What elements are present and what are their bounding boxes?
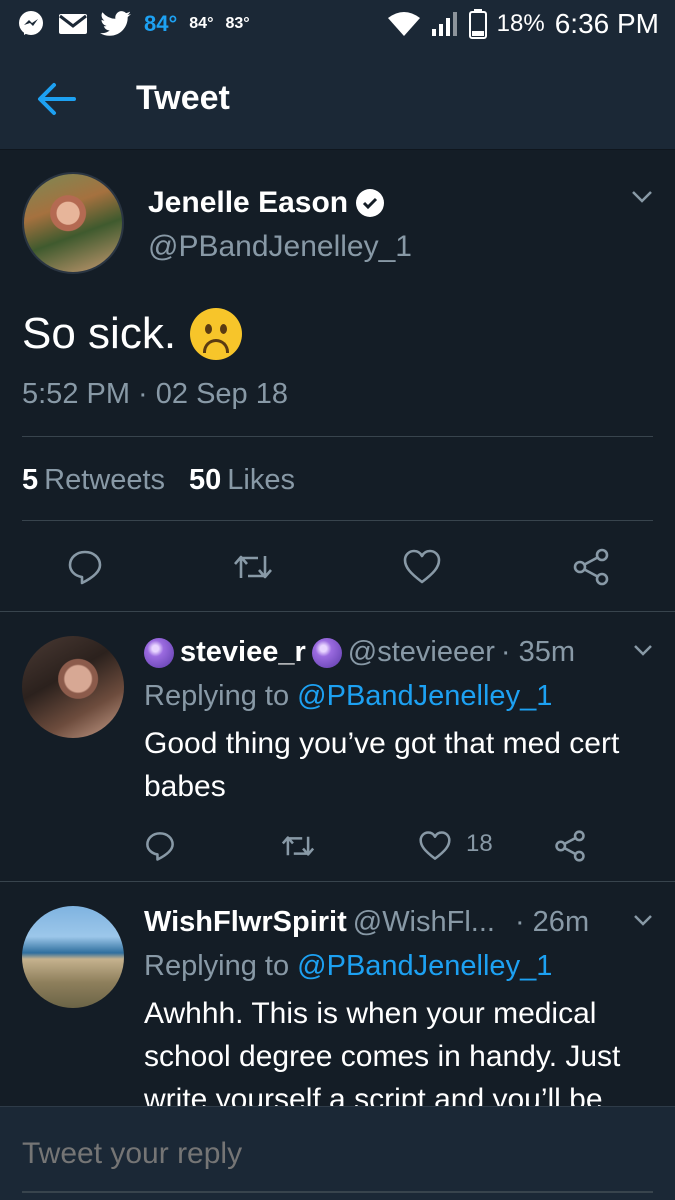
replying-to-link[interactable]: @PBandJenelley_1 xyxy=(297,950,552,982)
reply-menu-button[interactable] xyxy=(633,644,653,662)
author-handle[interactable]: @PBandJenelley_1 xyxy=(148,230,412,264)
share-icon xyxy=(573,548,609,586)
wifi-icon xyxy=(387,11,421,37)
reply-actions: 18 xyxy=(0,822,675,866)
chevron-down-icon xyxy=(634,915,652,926)
focused-tweet: Jenelle Eason @PBandJenelley_1 So sick. … xyxy=(0,150,675,612)
temperature-high: 84° xyxy=(189,15,214,32)
replying-to-prefix: Replying to xyxy=(144,950,290,982)
reply-input[interactable] xyxy=(22,1137,653,1171)
reply-author-handle[interactable]: @stevieeer xyxy=(348,636,495,669)
reply-tweet[interactable]: steviee_r @stevieeer · 35m Replying to @… xyxy=(0,612,675,882)
retweets-count: 5 xyxy=(22,464,39,496)
share-button[interactable] xyxy=(572,548,610,591)
likes-count: 50 xyxy=(189,464,222,496)
retweet-button[interactable] xyxy=(280,830,316,867)
reply-header: steviee_r @stevieeer · 35m xyxy=(144,636,575,669)
top-app-bar: Tweet xyxy=(0,48,675,150)
reply-author-name[interactable]: steviee_r xyxy=(180,636,306,669)
author-avatar[interactable] xyxy=(22,172,124,274)
reply-time: · 35m xyxy=(500,636,576,668)
back-button[interactable] xyxy=(0,48,112,150)
author-name: Jenelle Eason xyxy=(148,186,349,219)
reply-author-handle[interactable]: @WishFl... xyxy=(353,906,495,939)
battery-icon xyxy=(468,9,487,39)
heart-icon xyxy=(419,831,451,860)
status-bar: 84° 84° 83° 18% 6:36 PM xyxy=(0,0,675,48)
reply-tweet[interactable]: WishFlwrSpirit @WishFl... · 26m Replying… xyxy=(0,882,675,1106)
like-button[interactable] xyxy=(418,830,452,867)
battery-percentage: 18% xyxy=(496,10,545,37)
share-icon xyxy=(555,830,585,862)
sad-face-icon xyxy=(190,308,243,360)
arrow-left-icon xyxy=(38,82,76,115)
verified-badge-icon xyxy=(356,189,385,217)
clock: 6:36 PM xyxy=(554,8,659,39)
reply-button[interactable] xyxy=(144,830,176,867)
replying-to-line: Replying to @PBandJenelley_1 xyxy=(144,950,552,983)
messenger-icon xyxy=(16,9,46,39)
share-button[interactable] xyxy=(554,830,586,867)
reply-icon xyxy=(68,550,102,585)
replying-to-link[interactable]: @PBandJenelley_1 xyxy=(297,680,552,712)
retweet-icon xyxy=(234,555,272,579)
reply-icon xyxy=(146,832,174,861)
signal-icon xyxy=(431,11,459,37)
reply-button[interactable] xyxy=(66,548,104,591)
reply-text: Good thing you’ve got that med cert babe… xyxy=(144,727,620,803)
reply-avatar[interactable] xyxy=(22,906,124,1008)
reply-text: Awhhh. This is when your medical school … xyxy=(144,997,621,1106)
reply-header: WishFlwrSpirit @WishFl... · 26m xyxy=(144,906,589,939)
input-underline xyxy=(22,1191,653,1193)
reply-avatar[interactable] xyxy=(22,636,124,738)
divider xyxy=(22,436,653,437)
reply-menu-button[interactable] xyxy=(633,914,653,932)
temperature-low: 83° xyxy=(225,15,250,32)
heart-icon xyxy=(403,549,441,584)
tweet-timestamp: 5:52 PM · 02 Sep 18 xyxy=(22,378,288,410)
tweet-actions xyxy=(0,540,675,596)
chevron-down-icon xyxy=(632,191,652,203)
mail-icon xyxy=(58,12,88,36)
retweet-button[interactable] xyxy=(232,548,274,591)
author-name-row[interactable]: Jenelle Eason xyxy=(148,186,385,220)
page-title: Tweet xyxy=(136,79,230,117)
replying-to-prefix: Replying to xyxy=(144,680,290,712)
retweets-stat[interactable]: 5 Retweets xyxy=(22,464,165,497)
chevron-down-icon xyxy=(634,645,652,656)
reply-composer xyxy=(0,1106,675,1200)
crystal-ball-icon xyxy=(144,637,174,668)
reply-author-name[interactable]: WishFlwrSpirit xyxy=(144,906,347,939)
temperature-current: 84° xyxy=(144,11,178,36)
likes-stat[interactable]: 50 Likes xyxy=(189,464,295,497)
likes-label: Likes xyxy=(227,464,295,496)
twitter-bird-icon xyxy=(100,11,132,37)
tweet-text: So sick. xyxy=(22,308,243,360)
crystal-ball-icon xyxy=(311,637,342,668)
reply-time: · 26m xyxy=(514,906,590,938)
replying-to-line: Replying to @PBandJenelley_1 xyxy=(144,680,552,713)
tweet-menu-button[interactable] xyxy=(631,190,653,209)
tweet-stats: 5 Retweets 50 Likes xyxy=(22,464,295,497)
tweet-body: So sick. xyxy=(22,309,177,358)
like-button[interactable] xyxy=(402,548,442,591)
retweets-label: Retweets xyxy=(44,464,166,496)
retweet-icon xyxy=(281,836,315,856)
like-count: 18 xyxy=(466,830,493,857)
divider xyxy=(22,520,653,521)
